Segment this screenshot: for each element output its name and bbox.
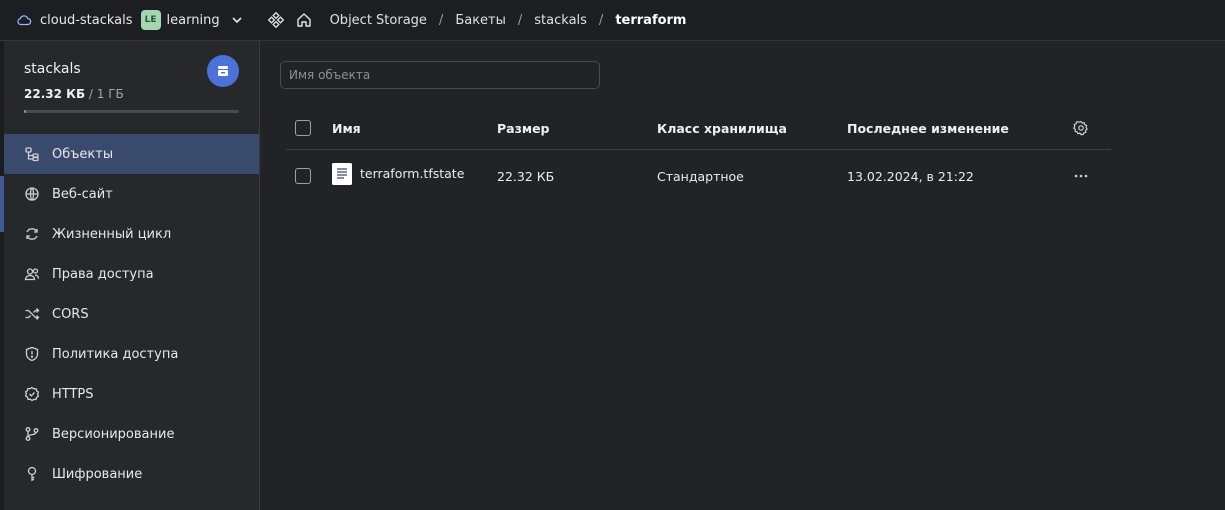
- folder-badge: LE: [140, 10, 161, 30]
- top-bar: cloud-stackals LE learning Object Storag…: [0, 0, 1225, 41]
- row-select-cell: [295, 150, 311, 202]
- lifecycle-icon: [24, 226, 40, 242]
- sidebar-item-permissions[interactable]: Права доступа: [4, 254, 259, 294]
- row-checkbox[interactable]: [295, 168, 311, 184]
- main-content: Имя Размер Класс хранилища Последнее изм…: [260, 41, 1225, 510]
- chevron-down-icon[interactable]: [230, 13, 244, 27]
- bucket-size-total: / 1 ГБ: [88, 87, 124, 101]
- breadcrumb-separator: /: [517, 12, 523, 28]
- more-icon[interactable]: [1073, 168, 1089, 184]
- sidebar: stackals 22.32 КБ / 1 ГБ Объекты Веб-сай…: [4, 41, 260, 510]
- column-header-modified[interactable]: Последнее изменение: [847, 107, 1009, 149]
- search-input[interactable]: [280, 61, 600, 89]
- shuffle-icon: [24, 306, 40, 322]
- sidebar-item-label: Веб-сайт: [52, 186, 113, 202]
- select-all-cell: [295, 107, 311, 149]
- row-name-cell[interactable]: terraform.tfstate: [332, 150, 464, 202]
- sidebar-item-objects[interactable]: Объекты: [4, 134, 259, 174]
- table-header: Имя Размер Класс хранилища Последнее изм…: [286, 107, 1111, 150]
- sidebar-item-label: Жизненный цикл: [52, 226, 172, 242]
- breadcrumb-current: terraform: [615, 12, 687, 28]
- sidebar-item-label: HTTPS: [52, 386, 94, 402]
- select-all-checkbox[interactable]: [295, 120, 311, 136]
- cloud-selector[interactable]: cloud-stackals LE learning: [0, 0, 244, 41]
- column-header-name[interactable]: Имя: [332, 107, 361, 149]
- users-icon: [24, 266, 40, 282]
- breadcrumb-buckets[interactable]: Бакеты: [455, 13, 506, 28]
- globe-icon: [24, 186, 40, 202]
- bucket-header: stackals 22.32 КБ / 1 ГБ: [4, 41, 259, 134]
- bucket-icon: [207, 55, 239, 87]
- badge-check-icon: [24, 386, 40, 402]
- sidebar-item-label: CORS: [52, 306, 89, 322]
- sidebar-item-label: Права доступа: [52, 266, 154, 282]
- breadcrumb-object-storage[interactable]: Object Storage: [330, 13, 427, 28]
- objects-icon: [24, 146, 40, 162]
- sidebar-nav: Объекты Веб-сайт Жизненный цикл Права до…: [4, 134, 259, 494]
- sidebar-item-label: Шифрование: [52, 466, 143, 482]
- sidebar-item-label: Политика доступа: [52, 346, 179, 362]
- column-header-size[interactable]: Размер: [497, 107, 550, 149]
- sidebar-item-https[interactable]: HTTPS: [4, 374, 259, 414]
- sidebar-item-access-policy[interactable]: Политика доступа: [4, 334, 259, 374]
- sidebar-item-encryption[interactable]: Шифрование: [4, 454, 259, 494]
- sidebar-item-versioning[interactable]: Версионирование: [4, 414, 259, 454]
- breadcrumb-separator: /: [598, 12, 604, 28]
- home-icon[interactable]: [296, 12, 312, 28]
- branch-icon: [24, 426, 40, 442]
- gear-icon[interactable]: [1073, 120, 1089, 136]
- cloud-icon: [16, 12, 32, 28]
- breadcrumb-bucket[interactable]: stackals: [534, 13, 587, 28]
- usage-bar-fill: [24, 110, 27, 113]
- table-row[interactable]: terraform.tfstate 22.32 КБ Стандартное 1…: [286, 150, 1111, 202]
- shield-icon: [24, 346, 40, 362]
- bucket-size-used: 22.32 КБ: [24, 87, 86, 101]
- sidebar-item-website[interactable]: Веб-сайт: [4, 174, 259, 214]
- bucket-size: 22.32 КБ / 1 ГБ: [24, 87, 259, 101]
- objects-table: Имя Размер Класс хранилища Последнее изм…: [286, 107, 1111, 202]
- sidebar-item-lifecycle[interactable]: Жизненный цикл: [4, 214, 259, 254]
- sidebar-item-cors[interactable]: CORS: [4, 294, 259, 334]
- column-settings-cell: [1073, 107, 1089, 149]
- column-header-class[interactable]: Класс хранилища: [657, 107, 787, 149]
- row-class: Стандартное: [657, 168, 744, 184]
- row-size: 22.32 КБ: [497, 168, 555, 184]
- usage-bar: [24, 110, 239, 113]
- row-name[interactable]: terraform.tfstate: [360, 166, 464, 181]
- breadcrumb: Object Storage / Бакеты / stackals / ter…: [330, 13, 687, 28]
- services-icon[interactable]: [267, 12, 284, 28]
- folder-name: learning: [166, 12, 220, 28]
- file-icon: [332, 163, 352, 185]
- row-actions-cell: [1073, 150, 1089, 202]
- breadcrumb-separator: /: [438, 12, 444, 28]
- row-modified: 13.02.2024, в 21:22: [847, 168, 974, 184]
- key-icon: [24, 466, 40, 482]
- sidebar-item-label: Версионирование: [52, 426, 175, 442]
- cloud-name: cloud-stackals: [40, 12, 133, 28]
- sidebar-item-label: Объекты: [52, 146, 114, 162]
